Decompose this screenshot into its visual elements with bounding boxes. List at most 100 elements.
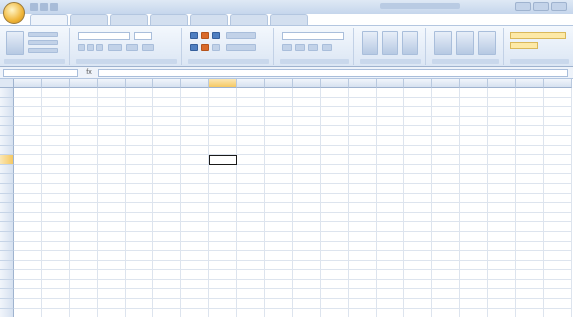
table-cell[interactable] xyxy=(125,145,154,156)
table-cell[interactable] xyxy=(376,126,405,136)
table-cell[interactable] xyxy=(125,126,154,136)
align-middle-button[interactable] xyxy=(201,44,209,51)
table-cell[interactable] xyxy=(543,279,572,290)
align-right-button[interactable] xyxy=(212,32,220,39)
table-cell[interactable] xyxy=(404,299,433,309)
table-cell[interactable] xyxy=(543,183,572,194)
table-cell[interactable] xyxy=(181,135,210,146)
table-cell[interactable] xyxy=(265,155,293,165)
table-cell[interactable] xyxy=(41,231,70,242)
table-cell[interactable] xyxy=(153,135,182,146)
table-cell[interactable] xyxy=(209,231,238,242)
table-cell[interactable] xyxy=(237,193,266,204)
table-cell[interactable] xyxy=(237,126,266,136)
table-cell[interactable] xyxy=(460,145,489,156)
table-cell[interactable] xyxy=(404,174,433,184)
row-header[interactable] xyxy=(0,222,14,232)
maximize-button[interactable] xyxy=(533,2,549,11)
table-cell[interactable] xyxy=(41,174,70,184)
table-cell[interactable] xyxy=(125,116,154,127)
table-cell[interactable] xyxy=(516,135,544,146)
table-cell[interactable] xyxy=(460,203,489,213)
column-header[interactable] xyxy=(265,79,293,88)
table-cell[interactable] xyxy=(97,241,126,252)
table-cell[interactable] xyxy=(237,203,266,213)
table-cell[interactable] xyxy=(348,88,377,98)
table-cell[interactable] xyxy=(265,88,293,98)
ribbon-tab[interactable] xyxy=(110,14,148,25)
cut-button[interactable] xyxy=(28,32,58,37)
table-cell[interactable] xyxy=(125,135,154,146)
table-cell[interactable] xyxy=(516,289,544,300)
table-cell[interactable] xyxy=(376,116,405,127)
column-header[interactable] xyxy=(41,79,70,88)
table-cell[interactable] xyxy=(97,231,126,242)
table-cell[interactable] xyxy=(404,88,433,98)
table-cell[interactable] xyxy=(41,270,70,280)
row-header[interactable] xyxy=(0,145,14,156)
table-cell[interactable] xyxy=(516,164,544,175)
table-cell[interactable] xyxy=(320,126,349,136)
table-cell[interactable] xyxy=(376,260,405,271)
table-cell[interactable] xyxy=(432,222,461,232)
table-cell[interactable] xyxy=(320,164,349,175)
table-cell[interactable] xyxy=(488,299,517,309)
table-cell[interactable] xyxy=(14,212,42,223)
row-header[interactable] xyxy=(0,155,14,165)
table-cell[interactable] xyxy=(237,135,266,146)
table-cell[interactable] xyxy=(460,299,489,309)
font-color-icon[interactable] xyxy=(142,44,154,51)
table-cell[interactable] xyxy=(237,270,266,280)
row-header[interactable] xyxy=(0,116,14,127)
table-cell[interactable] xyxy=(14,126,42,136)
table-cell[interactable] xyxy=(432,212,461,223)
table-cell[interactable] xyxy=(516,97,544,108)
align-center-button[interactable] xyxy=(201,32,209,39)
table-cell[interactable] xyxy=(69,155,98,165)
indent-button[interactable] xyxy=(212,44,220,51)
font-size-select[interactable] xyxy=(134,32,152,40)
table-cell[interactable] xyxy=(348,107,377,117)
table-cell[interactable] xyxy=(376,97,405,108)
table-cell[interactable] xyxy=(41,212,70,223)
column-header[interactable] xyxy=(209,79,238,88)
table-cell[interactable] xyxy=(181,164,210,175)
table-cell[interactable] xyxy=(237,97,266,108)
table-cell[interactable] xyxy=(125,155,154,165)
table-cell[interactable] xyxy=(460,193,489,204)
table-cell[interactable] xyxy=(460,135,489,146)
table-cell[interactable] xyxy=(404,289,433,300)
table-cell[interactable] xyxy=(320,279,349,290)
table-cell[interactable] xyxy=(460,155,489,165)
ribbon-tab[interactable] xyxy=(30,14,68,25)
table-cell[interactable] xyxy=(153,145,182,156)
table-cell[interactable] xyxy=(153,299,182,309)
table-cell[interactable] xyxy=(348,289,377,300)
table-cell[interactable] xyxy=(209,126,238,136)
table-cell[interactable] xyxy=(292,299,321,309)
table-cell[interactable] xyxy=(432,260,461,271)
table-cell[interactable] xyxy=(292,279,321,290)
table-cell[interactable] xyxy=(516,299,544,309)
table-cell[interactable] xyxy=(125,231,154,242)
table-cell[interactable] xyxy=(488,155,517,165)
ribbon-tab[interactable] xyxy=(270,14,308,25)
table-cell[interactable] xyxy=(488,289,517,300)
table-cell[interactable] xyxy=(432,308,461,317)
table-cell[interactable] xyxy=(41,241,70,252)
table-cell[interactable] xyxy=(543,97,572,108)
table-cell[interactable] xyxy=(376,155,405,165)
column-header[interactable] xyxy=(292,79,321,88)
row-header[interactable] xyxy=(0,251,14,261)
ribbon-tab[interactable] xyxy=(150,14,188,25)
table-cell[interactable] xyxy=(488,126,517,136)
table-cell[interactable] xyxy=(432,97,461,108)
table-cell[interactable] xyxy=(376,289,405,300)
table-cell[interactable] xyxy=(97,97,126,108)
table-cell[interactable] xyxy=(404,97,433,108)
table-cell[interactable] xyxy=(97,222,126,232)
table-cell[interactable] xyxy=(488,212,517,223)
table-cell[interactable] xyxy=(432,174,461,184)
table-cell[interactable] xyxy=(432,241,461,252)
table-cell[interactable] xyxy=(348,135,377,146)
